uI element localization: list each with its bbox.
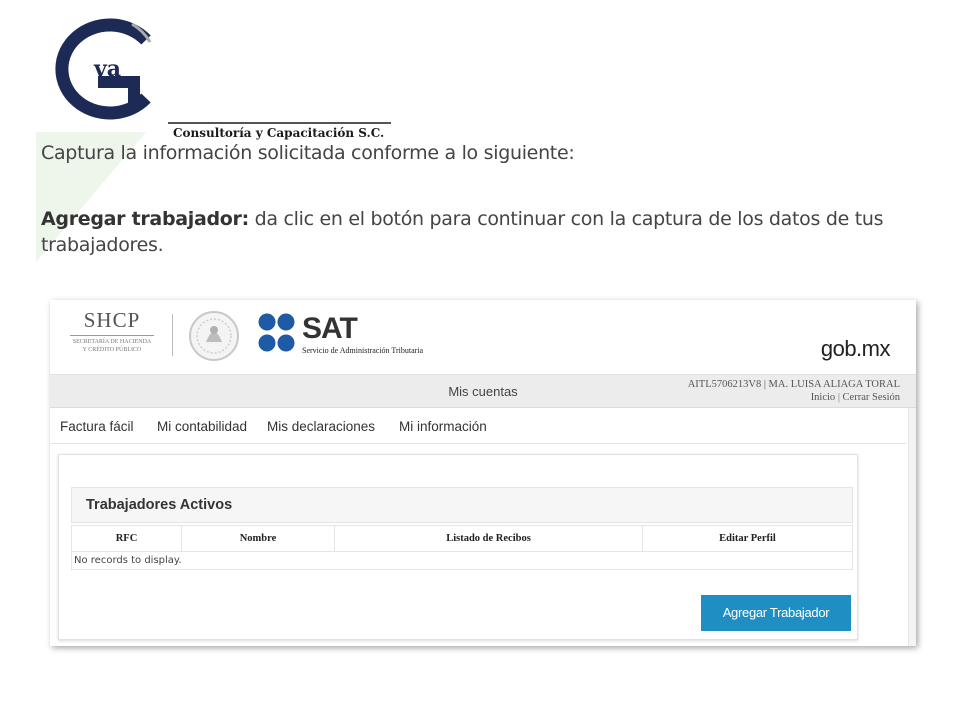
header-separator bbox=[172, 314, 173, 356]
logo-letters: va bbox=[93, 56, 121, 82]
workers-table: RFC Nombre Listado de Recibos Editar Per… bbox=[71, 525, 853, 570]
column-header-editar[interactable]: Editar Perfil bbox=[642, 525, 853, 552]
inicio-link[interactable]: Inicio bbox=[811, 392, 836, 403]
shcp-logo: SHCP SECRETARÍA DE HACIENDA Y CRÉDITO PÚ… bbox=[62, 308, 162, 364]
sat-title: SAT bbox=[302, 312, 358, 345]
column-header-rfc[interactable]: RFC bbox=[71, 525, 182, 552]
shcp-subtitle-2: Y CRÉDITO PÚBLICO bbox=[82, 347, 142, 353]
portal-header: SHCP SECRETARÍA DE HACIENDA Y CRÉDITO PÚ… bbox=[50, 300, 916, 374]
table-row: No records to display. bbox=[71, 551, 853, 570]
table-header-row: RFC Nombre Listado de Recibos Editar Per… bbox=[71, 525, 853, 552]
panel-header: Trabajadores Activos bbox=[71, 487, 853, 523]
shcp-title: SHCP bbox=[83, 308, 141, 332]
account-bar: Mis cuentas AITL5706213V8 | MA. LUISA AL… bbox=[50, 374, 916, 408]
column-header-nombre[interactable]: Nombre bbox=[181, 525, 335, 552]
panel-title: Trabajadores Activos bbox=[86, 497, 233, 513]
shcp-rule bbox=[70, 335, 154, 336]
user-info: AITL5706213V8 | MA. LUISA ALIAGA TORAL I… bbox=[688, 378, 900, 404]
add-worker-button[interactable]: Agregar Trabajador bbox=[701, 595, 851, 631]
sat-subtitle: Servicio de Administración Tributaria bbox=[302, 346, 424, 355]
nav-factura-facil[interactable]: Factura fácil bbox=[60, 419, 134, 434]
instruction-line: Captura la información solicitada confor… bbox=[41, 142, 575, 164]
nav-mi-informacion[interactable]: Mi información bbox=[399, 419, 487, 434]
user-id: AITL5706213V8 | MA. LUISA ALIAGA TORAL bbox=[687, 379, 900, 390]
workers-panel: Trabajadores Activos RFC Nombre Listado … bbox=[58, 454, 858, 640]
instruction-bold: Agregar trabajador: bbox=[41, 208, 249, 230]
sat-logo: SAT Servicio de Administración Tributari… bbox=[258, 310, 498, 364]
link-separator: | bbox=[837, 392, 840, 403]
instruction-paragraph: Agregar trabajador: da clic en el botón … bbox=[41, 206, 901, 258]
portal-screenshot: SHCP SECRETARÍA DE HACIENDA Y CRÉDITO PÚ… bbox=[50, 300, 916, 646]
main-nav: Factura fácil Mi contabilidad Mis declar… bbox=[50, 408, 906, 444]
company-logo: va Consultoría y Capacitación S.C. bbox=[28, 18, 391, 140]
logo-tagline: Consultoría y Capacitación S.C. bbox=[173, 126, 385, 140]
cerrar-sesion-link[interactable]: Cerrar Sesión bbox=[843, 392, 900, 403]
logo-divider bbox=[168, 122, 391, 124]
empty-message: No records to display. bbox=[71, 551, 853, 570]
mexican-seal-icon bbox=[189, 311, 239, 361]
shcp-subtitle-1: SECRETARÍA DE HACIENDA bbox=[72, 339, 152, 345]
gobmx-logo[interactable]: gob.mx bbox=[821, 336, 891, 362]
sat-dots-icon bbox=[258, 313, 295, 352]
nav-mis-declaraciones[interactable]: Mis declaraciones bbox=[267, 419, 375, 434]
nav-mi-contabilidad[interactable]: Mi contabilidad bbox=[157, 419, 247, 434]
session-links: Inicio | Cerrar Sesión bbox=[688, 391, 900, 404]
column-header-listado[interactable]: Listado de Recibos bbox=[334, 525, 643, 552]
gva-logo-icon: va bbox=[55, 18, 152, 120]
scrollbar[interactable] bbox=[908, 408, 916, 646]
